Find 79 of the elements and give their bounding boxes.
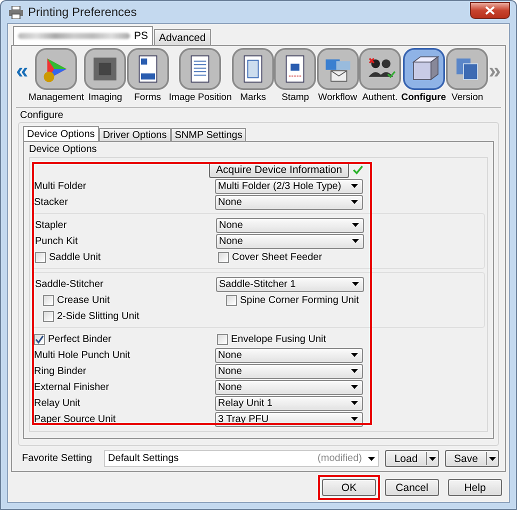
split-button[interactable]: Save	[445, 450, 499, 467]
dropdown[interactable]: Multi Folder (2/3 Hole Type)	[215, 178, 363, 194]
caret-icon	[351, 200, 358, 204]
tab[interactable]: PS	[13, 26, 154, 45]
toolbar-item[interactable]: Configure	[401, 48, 446, 103]
dropdown[interactable]: None	[215, 194, 363, 210]
caret-icon	[489, 456, 496, 460]
dropdown[interactable]: Saddle-Stitcher 1	[216, 276, 364, 292]
field-label: External Finisher	[33, 382, 110, 392]
caret-icon	[351, 417, 358, 421]
toolbar-item[interactable]: Imaging	[84, 48, 126, 103]
dropdown[interactable]: None	[216, 234, 364, 248]
envelope-icon	[316, 48, 359, 90]
dropdown[interactable]: None	[215, 380, 363, 394]
scroll-left-icon[interactable]: «	[16, 60, 28, 82]
caret-icon	[352, 223, 359, 227]
caret-icon	[351, 385, 358, 389]
page-margins-icon	[232, 48, 274, 90]
checkbox[interactable]: 2-Side Slitting Unit	[41, 310, 224, 322]
checkmark-icon	[35, 334, 44, 344]
field-label: Stacker	[33, 196, 69, 208]
grid-icon	[84, 48, 126, 90]
field-label: Multi Hole Punch Unit	[33, 350, 132, 360]
dropdown[interactable]: None	[215, 364, 363, 378]
split-button[interactable]: Load	[385, 450, 439, 467]
caret-icon	[351, 401, 358, 405]
tab[interactable]: Advanced	[154, 29, 211, 45]
dropdown[interactable]: None	[215, 348, 363, 362]
field-label: Saddle-Stitcher	[34, 278, 104, 290]
palette-icon	[35, 48, 78, 90]
caret-icon	[429, 456, 436, 460]
caret-icon	[352, 239, 359, 243]
stamp-icon	[274, 48, 316, 90]
field-label: Relay Unit	[33, 398, 82, 408]
panel-title: Device Options	[29, 144, 98, 155]
page-layout-icon	[179, 48, 222, 90]
dropdown[interactable]: Relay Unit 1	[215, 396, 363, 410]
toolbar-item[interactable]: Marks	[232, 48, 274, 103]
toolbar-item[interactable]: Image Position	[168, 48, 232, 103]
toolbar-item[interactable]: Management	[28, 48, 84, 103]
dialog-button[interactable]: OK	[322, 479, 376, 496]
field-label: Stapler	[34, 220, 68, 230]
toolbar-item[interactable]: Workflow	[316, 48, 359, 103]
checkbox[interactable]: Envelope Fusing Unit	[215, 334, 363, 344]
dialog-button[interactable]: Help	[448, 479, 502, 496]
printer-icon	[9, 6, 23, 18]
device-icon	[402, 48, 445, 90]
checkbox[interactable]: Perfect Binder	[32, 334, 215, 344]
group-title: Configure	[20, 110, 64, 121]
tab[interactable]: Device Options	[23, 126, 99, 141]
users-icon	[358, 48, 401, 90]
checkbox[interactable]: Cover Sheet Feeder	[216, 252, 364, 262]
checkbox[interactable]: Crease Unit	[41, 294, 224, 306]
window-title: Printing Preferences	[28, 5, 137, 19]
dialog-button[interactable]: Cancel	[385, 479, 439, 496]
caret-icon	[351, 369, 358, 373]
dropdown[interactable]: None	[216, 218, 364, 232]
caret-icon	[352, 282, 359, 286]
favorite-dropdown[interactable]: Default Settings (modified)	[104, 450, 379, 467]
tab[interactable]: Driver Options	[98, 128, 171, 141]
field-label: Multi Folder	[33, 180, 88, 192]
field-label: Paper Source Unit	[33, 414, 117, 424]
tab[interactable]: SNMP Settings	[170, 128, 246, 141]
field-label: Punch Kit	[34, 236, 79, 246]
checkbox[interactable]: Spine Corner Forming Unit	[224, 294, 372, 306]
windows-icon	[446, 48, 488, 90]
field-label: Favorite Setting	[22, 453, 92, 464]
toolbar-item[interactable]: Version	[446, 48, 488, 103]
toolbar-item[interactable]: Authent.	[358, 48, 401, 103]
checkbox[interactable]: Saddle Unit	[33, 252, 216, 262]
field-label: Ring Binder	[33, 366, 88, 376]
caret-icon	[351, 184, 358, 188]
toolbar-item[interactable]: Forms	[126, 48, 169, 103]
close-icon	[485, 6, 495, 14]
caret-icon	[351, 353, 358, 357]
close-button[interactable]	[470, 2, 510, 18]
caret-icon	[368, 456, 375, 460]
document-icon	[126, 48, 169, 90]
toolbar-item[interactable]: Stamp	[274, 48, 316, 103]
